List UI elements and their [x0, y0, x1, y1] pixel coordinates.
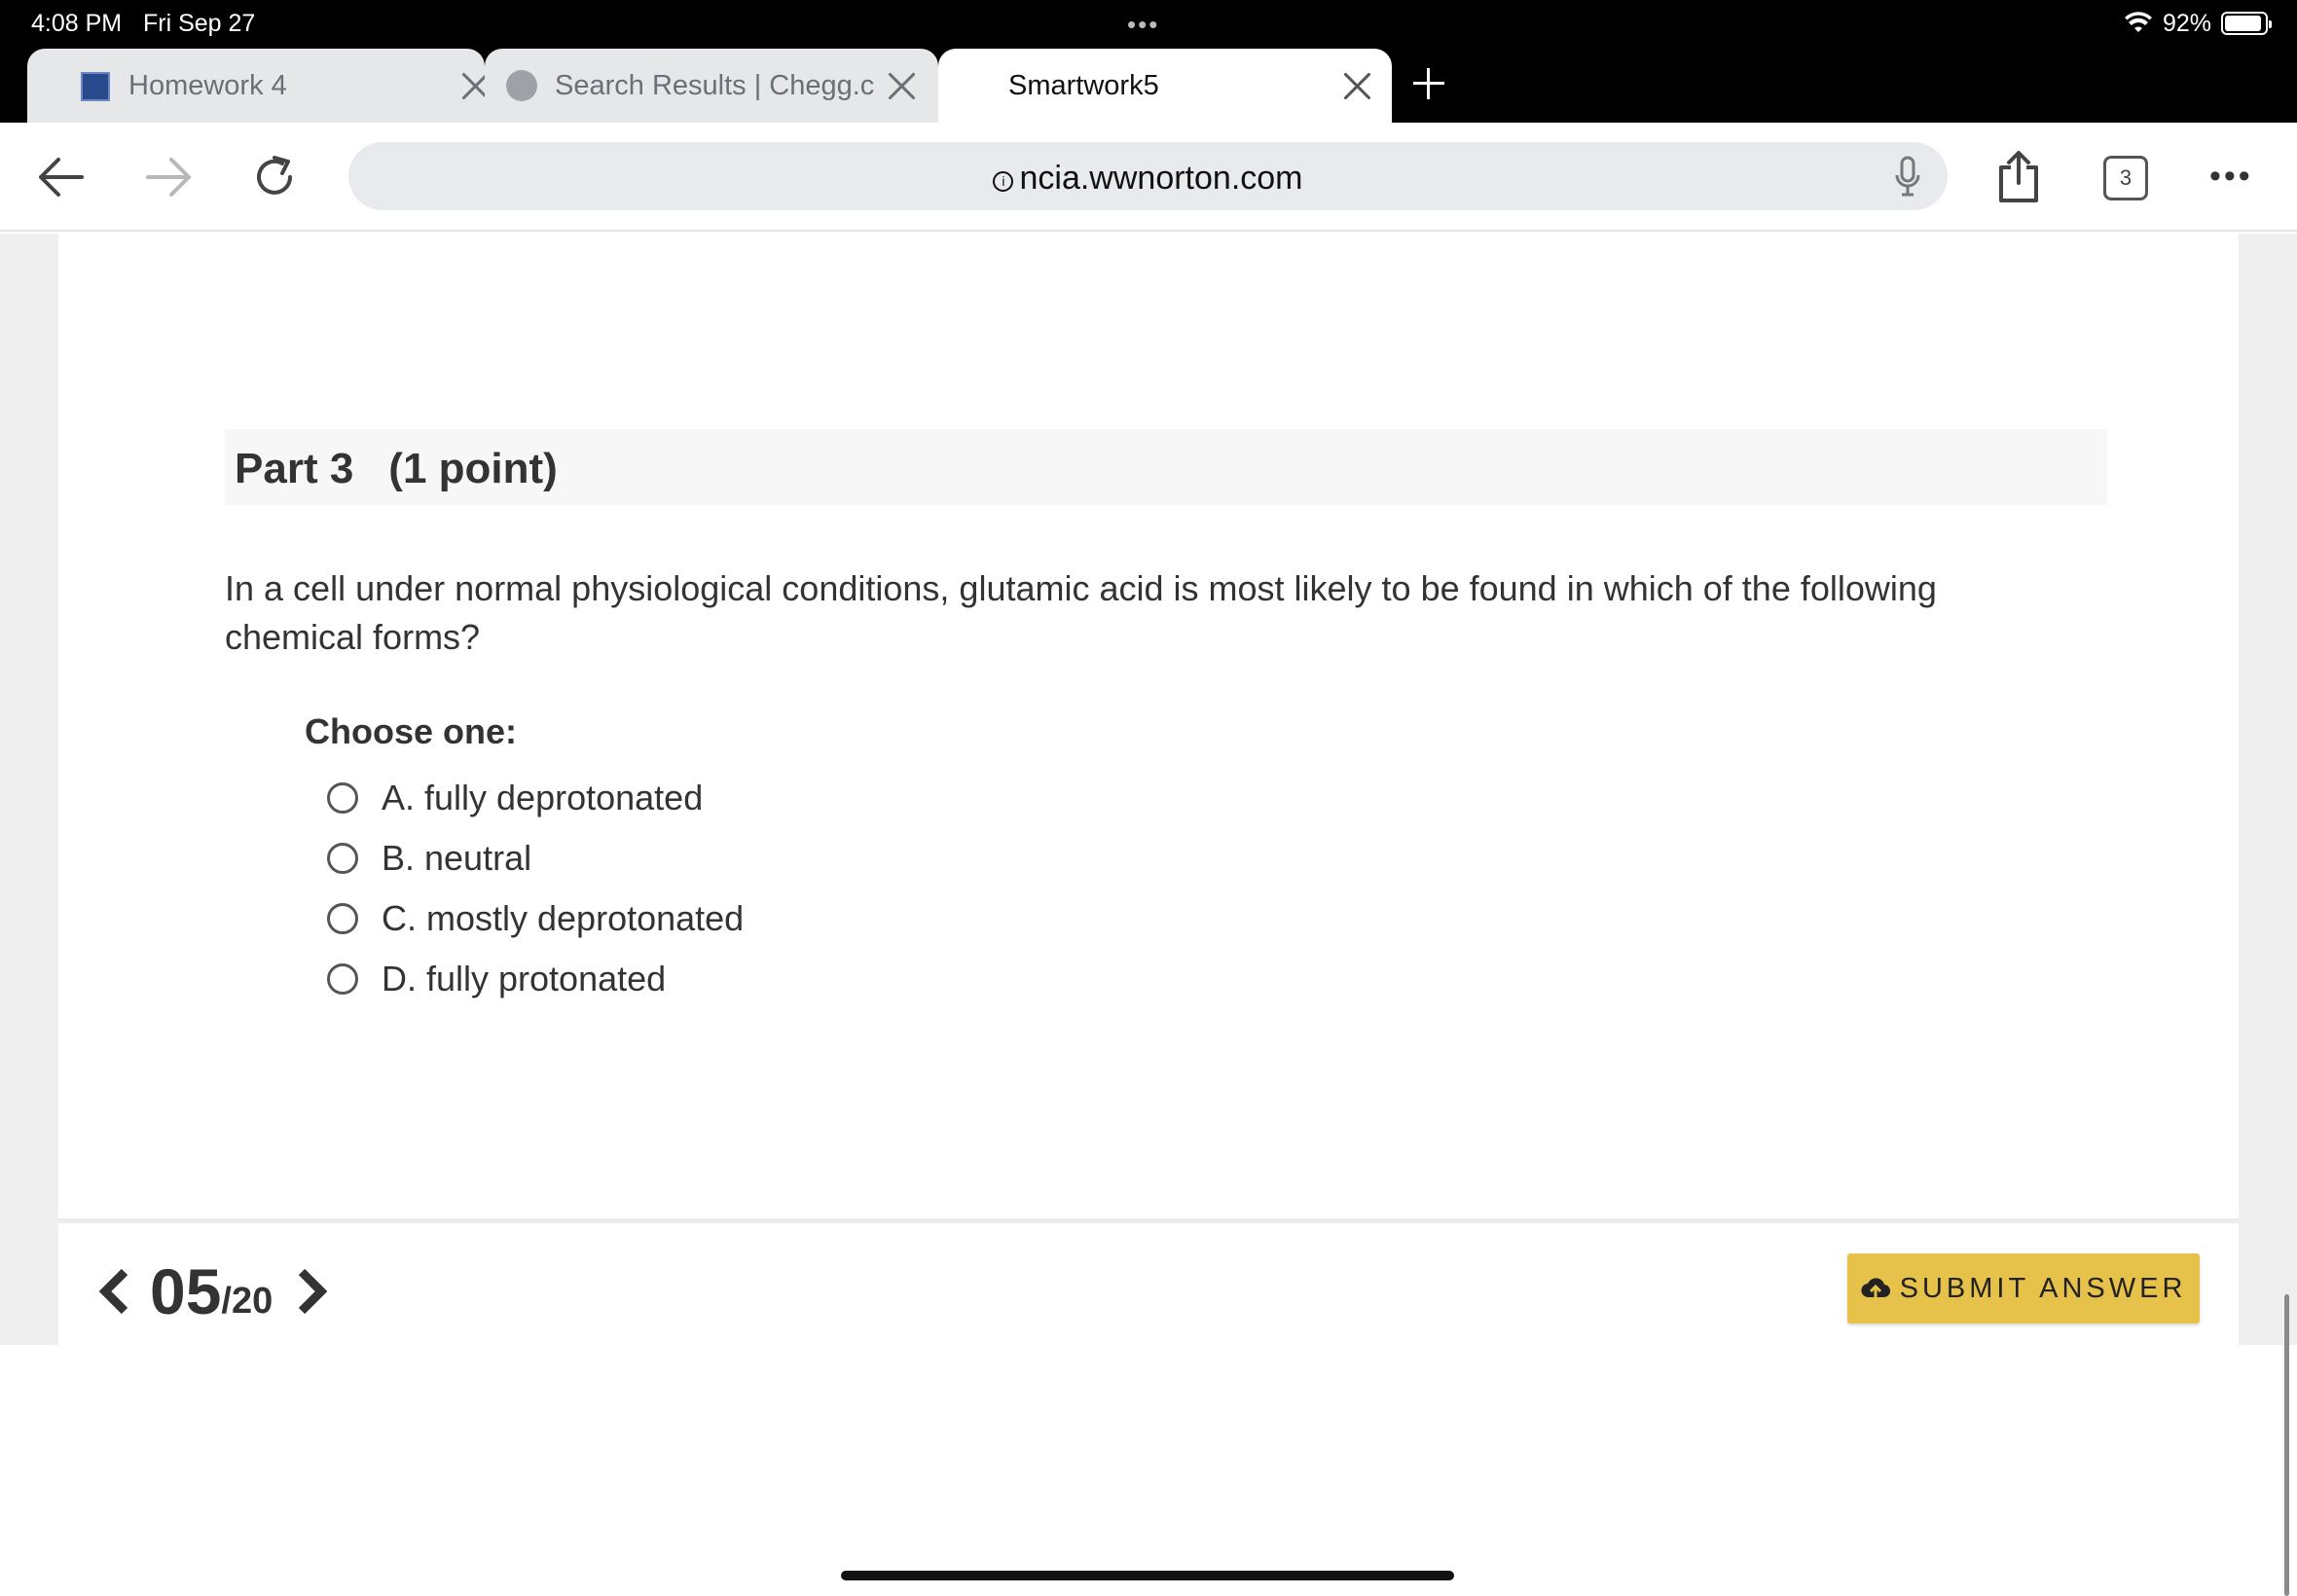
- option-label: B. neutral: [382, 838, 532, 878]
- option-b[interactable]: B. neutral: [327, 835, 531, 882]
- choose-one-label: Choose one:: [305, 711, 518, 751]
- option-c[interactable]: C. mostly deprotonated: [327, 895, 744, 942]
- tab-overview-button[interactable]: 3: [2103, 156, 2148, 200]
- close-tab-icon[interactable]: [886, 70, 917, 101]
- back-arrow-icon[interactable]: [37, 156, 86, 199]
- wifi-icon: [2124, 12, 2152, 32]
- total-questions: /20: [221, 1280, 273, 1322]
- option-d[interactable]: D. fully protonated: [327, 956, 666, 1002]
- tab-title: Smartwork5: [1008, 70, 1159, 101]
- browser-toolbar: i ncia.wwnorton.com 3 •••: [0, 123, 2297, 232]
- close-tab-icon[interactable]: [1341, 70, 1372, 101]
- status-date: Fri Sep 27: [143, 10, 256, 37]
- url-text: ncia.wwnorton.com: [1019, 160, 1303, 197]
- shield-favicon-icon: [81, 72, 110, 101]
- radio-button[interactable]: [327, 782, 358, 814]
- part-label: Part 3: [235, 445, 354, 492]
- cloud-upload-icon: [1861, 1278, 1890, 1299]
- footer-divider: [58, 1218, 2239, 1223]
- share-icon[interactable]: [1997, 150, 2040, 204]
- option-label: D. fully protonated: [382, 959, 667, 998]
- part-header: Part 3 (1 point): [225, 429, 2107, 505]
- radio-button[interactable]: [327, 843, 358, 874]
- status-bar: 4:08 PM Fri Sep 27 ••• 92%: [0, 0, 2297, 47]
- tab-strip: Homework 4 Search Results | Chegg.c Smar…: [0, 47, 2297, 123]
- multitasking-dots-icon[interactable]: •••: [1127, 10, 1159, 40]
- next-question-chevron-icon[interactable]: [294, 1267, 329, 1316]
- option-a[interactable]: A. fully deprotonated: [327, 775, 703, 821]
- address-bar[interactable]: i ncia.wwnorton.com: [348, 142, 1948, 210]
- submit-answer-label: SUBMIT ANSWER: [1899, 1272, 2187, 1304]
- scrollbar[interactable]: [2284, 1294, 2289, 1596]
- tab-title: Homework 4: [128, 70, 287, 101]
- tab-chegg[interactable]: Search Results | Chegg.c: [485, 49, 938, 123]
- current-question-number: 05: [150, 1255, 222, 1327]
- option-label: C. mostly deprotonated: [382, 898, 745, 938]
- status-time: 4:08 PM: [31, 10, 123, 37]
- radio-button[interactable]: [327, 903, 358, 934]
- option-label: A. fully deprotonated: [382, 778, 704, 817]
- submit-answer-button[interactable]: SUBMIT ANSWER: [1847, 1253, 2200, 1324]
- tab-smartwork[interactable]: Smartwork5: [938, 49, 1392, 123]
- part-points: (1 point): [388, 445, 558, 492]
- battery-icon: [2221, 12, 2272, 35]
- question-pager: 05 /20: [97, 1255, 329, 1327]
- new-tab-plus-icon[interactable]: [1409, 64, 1448, 103]
- radio-button[interactable]: [327, 963, 358, 995]
- part-title: Part 3 (1 point): [235, 445, 558, 493]
- reload-icon[interactable]: [249, 152, 300, 202]
- question-text: In a cell under normal physiological con…: [225, 568, 1937, 657]
- info-icon[interactable]: i: [993, 171, 1014, 192]
- globe-favicon-icon: [506, 70, 537, 101]
- battery-percent: 92%: [2162, 9, 2211, 37]
- blank-area: [0, 1345, 2297, 1596]
- status-indicators: 92%: [2124, 8, 2272, 39]
- microphone-icon[interactable]: [1893, 156, 1922, 199]
- tab-title: Search Results | Chegg.c: [555, 70, 875, 101]
- previous-question-chevron-icon[interactable]: [97, 1267, 132, 1316]
- forward-arrow-icon[interactable]: [144, 156, 193, 199]
- battery-level-fill: [2225, 16, 2261, 31]
- tab-homework[interactable]: Homework 4: [27, 49, 485, 123]
- home-indicator[interactable]: [841, 1571, 1454, 1580]
- more-options-icon[interactable]: •••: [2209, 158, 2253, 196]
